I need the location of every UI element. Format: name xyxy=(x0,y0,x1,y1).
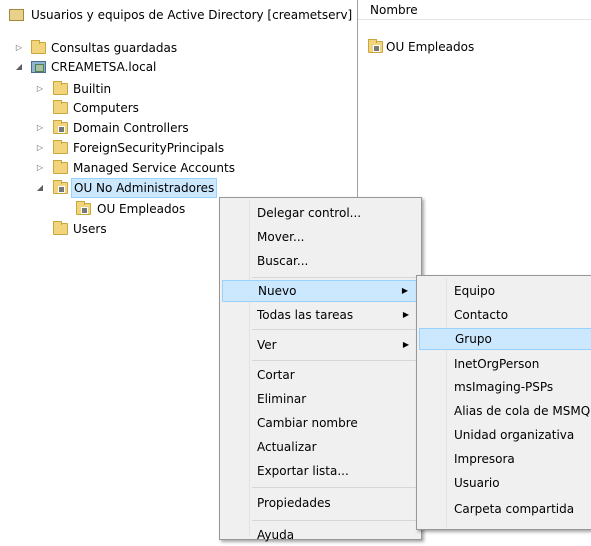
expand-icon[interactable]: ▷ xyxy=(14,38,24,58)
menu-separator xyxy=(252,520,418,521)
submenu-arrow-icon: ▶ xyxy=(402,310,409,319)
tree-item-label: OU No Administradores xyxy=(71,178,218,198)
submenu-item-carpeta-compartida[interactable]: Carpeta compartida xyxy=(419,498,591,520)
menu-item-mover[interactable]: Mover... xyxy=(222,226,419,248)
submenu-item-unidad-organizativa[interactable]: Unidad organizativa xyxy=(419,424,591,446)
menu-separator xyxy=(252,329,418,330)
context-menu: Delegar control... Mover... Buscar... Nu… xyxy=(219,197,422,542)
folder-icon xyxy=(53,140,68,154)
submenu-arrow-icon: ▶ xyxy=(402,340,409,349)
menu-separator xyxy=(252,360,418,361)
list-item-label: OU Empleados xyxy=(386,40,475,54)
submenu-arrow-icon: ▶ xyxy=(401,286,408,295)
ou-icon xyxy=(76,201,91,215)
tree-item-label: ForeignSecurityPrincipals xyxy=(73,141,225,155)
menu-item-cambiar-nombre[interactable]: Cambiar nombre xyxy=(222,412,419,434)
menu-item-label: Todas las tareas xyxy=(257,308,354,322)
folder-icon xyxy=(53,160,68,174)
menu-item-cortar[interactable]: Cortar xyxy=(222,364,419,386)
menu-item-ver[interactable]: Ver ▶ xyxy=(222,334,419,356)
folder-icon xyxy=(53,221,68,235)
folder-icon xyxy=(53,81,68,95)
tree-item-label: Usuarios y equipos de Active Directory [… xyxy=(31,8,353,22)
tree-item-label: CREAMETSA.local xyxy=(51,60,157,74)
folder-icon xyxy=(53,100,68,114)
menu-item-propiedades[interactable]: Propiedades xyxy=(222,492,419,514)
submenu-item-equipo[interactable]: Equipo xyxy=(419,280,591,302)
domain-icon xyxy=(31,61,46,73)
submenu-item-msimaging-psps[interactable]: msImaging-PSPs xyxy=(419,376,591,398)
menu-item-ayuda[interactable]: Ayuda xyxy=(222,524,419,546)
submenu-item-usuario[interactable]: Usuario xyxy=(419,472,591,494)
menu-item-eliminar[interactable]: Eliminar xyxy=(222,388,419,410)
menu-item-label: Ver xyxy=(257,338,277,352)
tree-item-label: Consultas guardadas xyxy=(51,41,178,55)
expand-icon[interactable]: ▷ xyxy=(35,79,45,99)
expand-icon[interactable]: ▷ xyxy=(35,158,45,178)
submenu-nuevo: Equipo Contacto Grupo InetOrgPerson msIm… xyxy=(416,275,591,530)
menu-item-delegar-control[interactable]: Delegar control... xyxy=(222,202,419,224)
tree-item-label: Users xyxy=(73,222,107,236)
ou-icon xyxy=(368,39,383,53)
menu-item-actualizar[interactable]: Actualizar xyxy=(222,436,419,458)
folder-icon xyxy=(31,40,46,54)
tree-item-label: Managed Service Accounts xyxy=(73,161,235,175)
console-root-icon xyxy=(9,9,24,21)
expand-icon[interactable]: ▷ xyxy=(35,118,45,138)
submenu-item-impresora[interactable]: Impresora xyxy=(419,448,591,470)
tree-item-label: Domain Controllers xyxy=(73,121,189,135)
ou-icon xyxy=(53,180,68,194)
menu-separator xyxy=(252,487,418,488)
expand-icon[interactable]: ▷ xyxy=(35,138,45,158)
menu-item-buscar[interactable]: Buscar... xyxy=(222,250,419,272)
collapse-icon[interactable]: ◢ xyxy=(35,178,45,198)
menu-item-exportar-lista[interactable]: Exportar lista... xyxy=(222,460,419,482)
menu-item-nuevo[interactable]: Nuevo ▶ xyxy=(222,280,419,302)
menu-item-todas-las-tareas[interactable]: Todas las tareas ▶ xyxy=(222,304,419,326)
tree-item-label: Builtin xyxy=(73,82,112,96)
submenu-item-grupo[interactable]: Grupo xyxy=(419,328,591,350)
submenu-item-contacto[interactable]: Contacto xyxy=(419,304,591,326)
column-header-name[interactable]: Nombre xyxy=(358,0,591,20)
ou-icon xyxy=(53,120,68,134)
menu-item-label: Nuevo xyxy=(258,284,297,298)
submenu-item-inetorgperson[interactable]: InetOrgPerson xyxy=(419,353,591,375)
tree-item-label: Computers xyxy=(73,101,139,115)
submenu-item-alias-msmq[interactable]: Alias de cola de MSMQ xyxy=(419,400,591,422)
menu-separator xyxy=(252,277,418,278)
collapse-icon[interactable]: ◢ xyxy=(14,57,24,77)
tree-item-label: OU Empleados xyxy=(97,202,186,216)
